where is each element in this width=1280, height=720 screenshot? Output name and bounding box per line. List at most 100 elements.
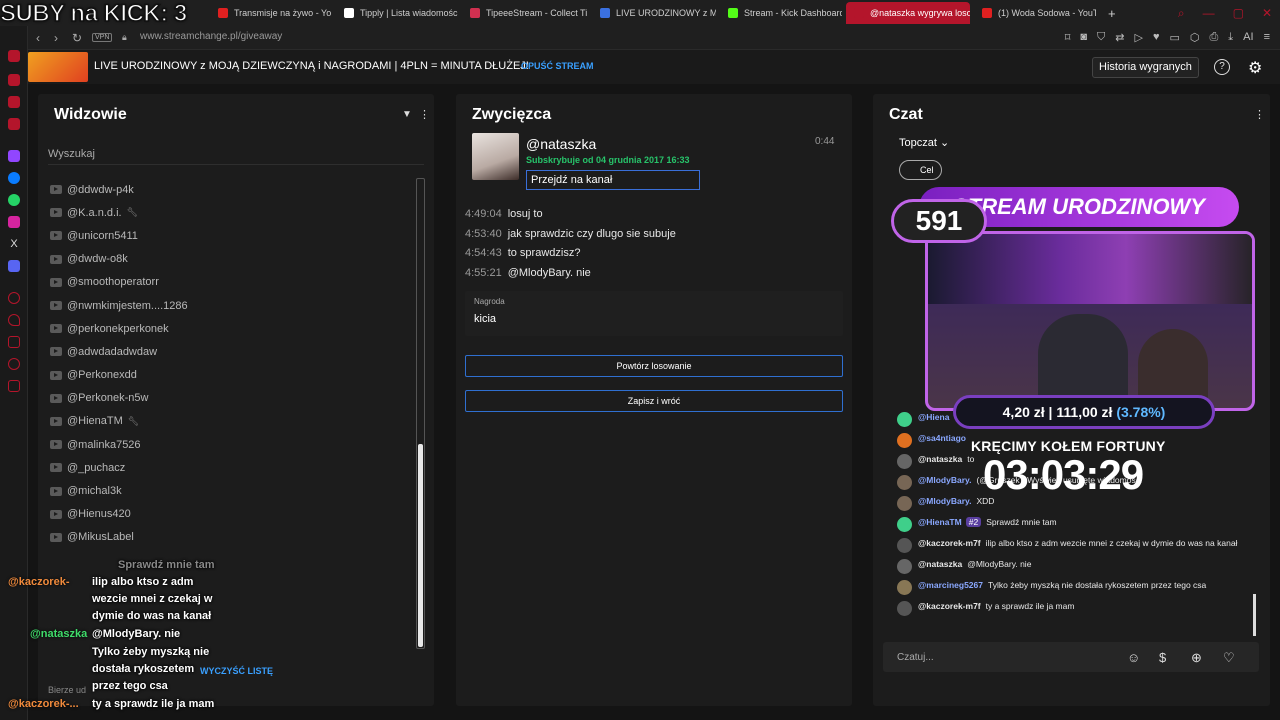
clear-list-button[interactable]: WYCZYŚĆ LISTĘ bbox=[200, 666, 273, 676]
chat-username[interactable]: @Hiena bbox=[918, 412, 949, 422]
viewer-row[interactable]: @K.a.n.d.i. 🔧︎ bbox=[50, 201, 410, 224]
chat-avatar[interactable] bbox=[897, 412, 912, 427]
heart-icon[interactable]: ♥ bbox=[1153, 31, 1160, 44]
ai-icon[interactable]: AI bbox=[1243, 31, 1253, 44]
sidebar-messenger-icon[interactable] bbox=[8, 172, 20, 184]
forward-icon[interactable]: › bbox=[54, 31, 58, 45]
minimize-icon[interactable]: — bbox=[1203, 6, 1215, 21]
wallet-icon[interactable]: ▭ bbox=[1169, 31, 1179, 44]
gear-icon[interactable]: ⚙ bbox=[1248, 58, 1262, 78]
chat-username[interactable]: @nataszka bbox=[918, 559, 962, 569]
chat-username[interactable]: @HienaTM bbox=[918, 517, 962, 527]
camera-icon[interactable]: ◙ bbox=[1080, 31, 1087, 44]
viewer-row[interactable]: @ddwdw-p4k bbox=[50, 178, 410, 201]
new-tab-button[interactable]: + bbox=[1100, 2, 1116, 24]
sidebar-whatsapp-icon[interactable] bbox=[8, 194, 20, 206]
search-tabs-icon[interactable]: ⌕ bbox=[1178, 6, 1185, 21]
money-icon[interactable]: $ bbox=[1159, 650, 1166, 665]
browser-tab[interactable]: (1) Woda Sodowa - YouTu bbox=[974, 2, 1096, 24]
download-icon[interactable]: ⤓ bbox=[1228, 31, 1233, 44]
sidebar-twitch-icon[interactable] bbox=[8, 150, 20, 162]
viewer-row[interactable]: @perkonekperkonek bbox=[50, 317, 410, 340]
chat-username[interactable]: @MlodyBary. bbox=[918, 475, 971, 485]
translate-icon[interactable]: ⇄ bbox=[1115, 31, 1124, 44]
viewer-row[interactable]: @_puchacz bbox=[50, 456, 410, 479]
sidebar-history-icon[interactable] bbox=[8, 292, 20, 304]
chat-avatar[interactable] bbox=[897, 454, 912, 469]
sidebar-mail-icon[interactable] bbox=[8, 118, 20, 130]
chat-username[interactable]: @marcineg5267 bbox=[918, 580, 983, 590]
viewer-row[interactable]: @Perkonexdd bbox=[50, 364, 410, 387]
menu-icon[interactable]: ≡ bbox=[1264, 31, 1270, 44]
extensions-icon[interactable]: ⬡ bbox=[1190, 31, 1200, 44]
topchat-dropdown[interactable]: Topczat ⌄ bbox=[899, 136, 949, 149]
save-and-return-button[interactable]: Zapisz i wróć bbox=[465, 390, 843, 412]
chat-avatar[interactable] bbox=[897, 580, 912, 595]
chat-avatar[interactable] bbox=[897, 538, 912, 553]
viewers-scroll-thumb[interactable] bbox=[418, 444, 423, 647]
viewer-row[interactable]: @smoothoperatorr bbox=[50, 271, 410, 294]
filter-icon[interactable]: ▼ bbox=[402, 109, 412, 120]
chat-username[interactable]: @nataszka bbox=[918, 454, 962, 464]
viewer-row[interactable]: @nwmkimjestem....1286 bbox=[50, 294, 410, 317]
vpn-badge[interactable]: VPN bbox=[92, 33, 113, 42]
chat-username[interactable]: @kaczorek-m7f bbox=[918, 538, 981, 548]
bookmark-icon[interactable]: ⌑ bbox=[1065, 31, 1071, 44]
chat-input[interactable] bbox=[883, 642, 1259, 672]
url-field[interactable]: www.streamchange.pl/giveaway bbox=[140, 31, 282, 42]
chat-avatar[interactable] bbox=[897, 559, 912, 574]
maximize-icon[interactable]: ▢ bbox=[1233, 6, 1244, 21]
viewer-row[interactable]: @Perkonek-n5w bbox=[50, 387, 410, 410]
history-button[interactable]: Historia wygranych bbox=[1092, 57, 1199, 78]
chat-more-options-icon[interactable]: ⋮ bbox=[1254, 108, 1265, 121]
sidebar-settings-icon[interactable] bbox=[8, 380, 20, 392]
goal-button[interactable]: Cel bbox=[899, 160, 942, 180]
sidebar-discord-icon[interactable] bbox=[8, 260, 20, 272]
chat-avatar[interactable] bbox=[897, 433, 912, 448]
search-input[interactable]: Wyszukaj bbox=[48, 148, 95, 160]
chat-avatar[interactable] bbox=[897, 601, 912, 616]
add-icon[interactable]: ⊕ bbox=[1191, 650, 1202, 666]
browser-tab[interactable]: TipeeeStream - Collect Ti bbox=[462, 2, 588, 24]
chat-avatar[interactable] bbox=[897, 496, 912, 511]
viewer-row[interactable]: @adwdadadwdaw bbox=[50, 340, 410, 363]
browser-tab[interactable]: Stream - Kick Dashboard bbox=[720, 2, 842, 24]
more-options-icon[interactable]: ⋮ bbox=[419, 108, 430, 121]
help-icon[interactable]: ? bbox=[1214, 59, 1230, 75]
sidebar-wallet-icon[interactable] bbox=[8, 96, 20, 108]
chat-avatar[interactable] bbox=[897, 475, 912, 490]
sidebar-instagram-icon[interactable] bbox=[8, 216, 20, 228]
sidebar-x-icon[interactable]: X bbox=[8, 238, 20, 250]
sidebar-notes-icon[interactable] bbox=[8, 336, 20, 348]
viewer-row[interactable]: @dwdw-o8k bbox=[50, 248, 410, 271]
sidebar-bag-icon[interactable] bbox=[8, 74, 20, 86]
chat-scrollbar[interactable] bbox=[1253, 594, 1256, 636]
browser-tab[interactable]: LIVE URODZINOWY z MO bbox=[592, 2, 716, 24]
close-window-icon[interactable]: ✕ bbox=[1262, 6, 1272, 21]
browser-tab[interactable]: Transmisje na żywo - Yo bbox=[210, 2, 332, 24]
go-to-channel-button[interactable]: Przejdź na kanał bbox=[526, 170, 700, 190]
prize-value[interactable]: kicia bbox=[474, 313, 496, 325]
play-icon[interactable]: ▷ bbox=[1134, 31, 1142, 44]
viewer-row[interactable]: @unicorn5411 bbox=[50, 224, 410, 247]
sidebar-home-icon[interactable] bbox=[8, 50, 20, 62]
viewer-row[interactable]: @MikusLabel bbox=[50, 526, 410, 549]
chat-username[interactable]: @kaczorek-m7f bbox=[918, 601, 981, 611]
chat-username[interactable]: @sa4ntiago bbox=[918, 433, 966, 443]
viewer-row[interactable]: @malinka7526 bbox=[50, 433, 410, 456]
leave-stream-button[interactable]: OPUŚĆ STREAM bbox=[521, 61, 594, 71]
heart-icon[interactable]: ♡ bbox=[1223, 650, 1235, 666]
repeat-draw-button[interactable]: Powtórz losowanie bbox=[465, 355, 843, 377]
browser-tab[interactable]: Tipply | Lista wiadomości bbox=[336, 2, 458, 24]
viewer-row[interactable]: @Hienus420 bbox=[50, 503, 410, 526]
sidebar-chat-icon[interactable] bbox=[8, 358, 20, 370]
chat-username[interactable]: @MlodyBary. bbox=[918, 496, 971, 506]
emoji-icon[interactable]: ☺ bbox=[1127, 650, 1140, 665]
reload-icon[interactable]: ↻ bbox=[72, 31, 82, 45]
back-icon[interactable]: ‹ bbox=[36, 31, 40, 45]
screenshot-icon[interactable]: ⎙ bbox=[1209, 31, 1218, 44]
sidebar-heart-icon[interactable] bbox=[8, 314, 20, 326]
viewer-row[interactable]: @michal3k bbox=[50, 479, 410, 502]
shield-icon[interactable]: ⛉ bbox=[1097, 31, 1105, 44]
browser-tab[interactable]: @nataszka wygrywa loso bbox=[846, 2, 970, 24]
